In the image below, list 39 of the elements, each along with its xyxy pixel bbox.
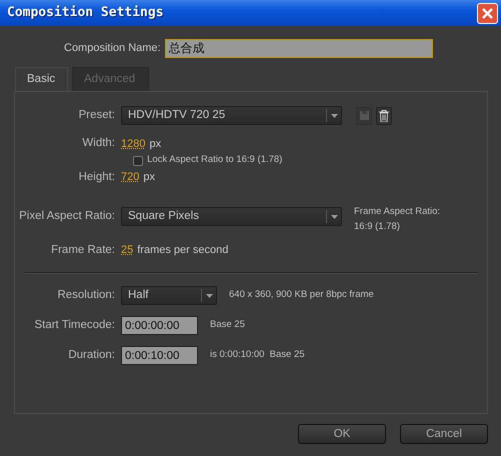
timecode-field[interactable]: 0:00:10:00 (121, 346, 198, 365)
dialog-button[interactable]: OK (298, 424, 386, 444)
caret-icon (330, 114, 338, 118)
timecode-field[interactable]: 0:00:00:00 (121, 316, 198, 335)
close-button[interactable] (477, 2, 498, 24)
field-label: Frame Rate: (50, 242, 116, 258)
caret-icon (206, 294, 212, 298)
value-field[interactable]: 1280 (121, 136, 146, 152)
unit-label: px (149, 136, 162, 152)
checkbox[interactable] (133, 156, 144, 166)
field-label: Height: (78, 170, 116, 184)
info-label: is 0:00:10:00 Base 25 (210, 348, 305, 362)
info-label: Frame Aspect Ratio: (354, 204, 440, 219)
checkbox-label: Lock Aspect Ratio to 16:9 (1.78) (147, 153, 282, 168)
delete-preset-button[interactable] (376, 106, 392, 125)
field-label: Width: (81, 136, 116, 152)
name-field[interactable]: 总合成 (164, 39, 433, 58)
dropdown[interactable]: Half (121, 286, 217, 305)
info-label: 640 x 360, 900 KB per 8bpc frame (229, 288, 374, 302)
value-field[interactable]: 25 (121, 242, 134, 259)
unit-label: frames per second (137, 243, 228, 258)
field-label: Resolution: (56, 288, 116, 303)
value-field[interactable]: 720 (121, 168, 140, 186)
unit-label: px (143, 170, 155, 185)
window-title: Composition Settings (7, 4, 164, 22)
tab[interactable]: Basic (15, 67, 68, 92)
dropdown[interactable]: HDV/HDTV 720 25 (121, 106, 342, 126)
dropdown[interactable]: Square Pixels (121, 207, 342, 226)
field-label: Duration: (67, 348, 116, 363)
close-icon (482, 8, 493, 18)
field-label: Pixel Aspect Ratio: (18, 209, 116, 224)
info-label: Base 25 (210, 318, 245, 332)
trash-icon (379, 110, 389, 122)
info-value: 16:9 (1.78) (354, 220, 401, 234)
dialog-button[interactable]: Cancel (400, 424, 488, 444)
field-label: Preset: (78, 108, 116, 124)
field-label: Start Timecode: (33, 318, 116, 333)
caret-icon (330, 214, 338, 219)
field-label: Composition Name: (64, 41, 161, 56)
